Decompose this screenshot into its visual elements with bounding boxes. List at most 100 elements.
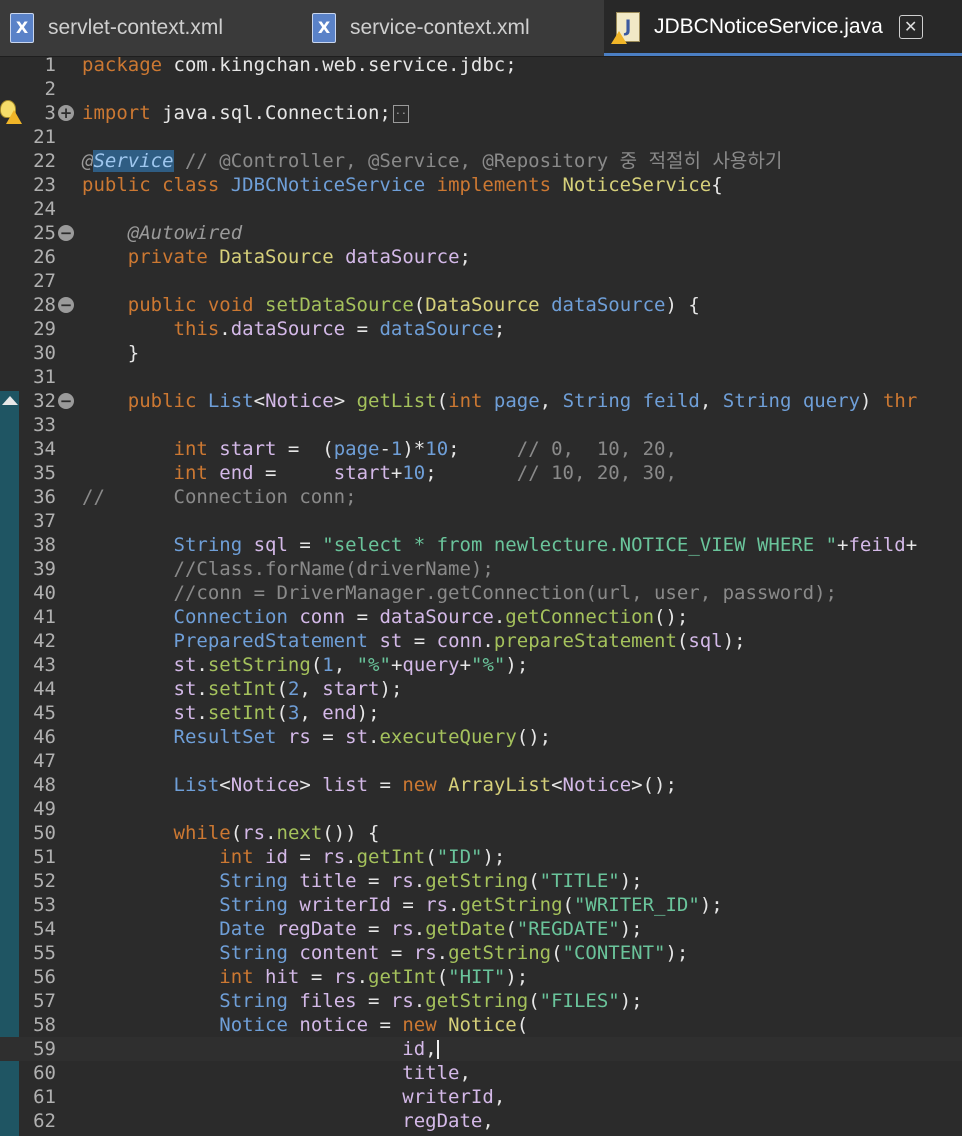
line-number: 35 — [33, 462, 56, 484]
line-number: 57 — [33, 990, 56, 1012]
code-line[interactable]: 43 st.setString(1, "%"+query+"%"); — [0, 653, 962, 677]
line-number: 54 — [33, 918, 56, 940]
line-number: 61 — [33, 1086, 56, 1108]
code-line[interactable]: 39 //Class.forName(driverName); — [0, 557, 962, 581]
code-line[interactable]: 48 List<Notice> list = new ArrayList<Not… — [0, 773, 962, 797]
line-number: 33 — [33, 414, 56, 436]
xml-file-icon: X — [312, 13, 336, 43]
code-line[interactable]: 59 id, — [0, 1037, 962, 1061]
code-line[interactable]: 56 int hit = rs.getInt("HIT"); — [0, 965, 962, 989]
code-text: // Connection conn; — [82, 486, 357, 508]
code-line[interactable]: 27 — [0, 269, 962, 293]
line-number: 59 — [33, 1038, 56, 1060]
line-number: 36 — [33, 486, 56, 508]
line-number: 28 — [33, 294, 56, 316]
line-number: 41 — [33, 606, 56, 628]
collapse-fold-icon[interactable]: − — [58, 225, 74, 241]
line-number: 31 — [33, 366, 56, 388]
expand-fold-icon[interactable]: + — [58, 105, 74, 121]
tab-label: service-context.xml — [350, 16, 530, 39]
code-line[interactable]: 36 // Connection conn; — [0, 485, 962, 509]
code-line[interactable]: 23 public class JDBCNoticeService impleme… — [0, 173, 962, 197]
code-text: while(rs.next()) { — [173, 822, 380, 844]
code-line[interactable]: 51 int id = rs.getInt("ID"); — [0, 845, 962, 869]
code-text: Date regDate = rs.getDate("REGDATE"); — [219, 918, 643, 940]
line-number: 2 — [44, 78, 56, 100]
line-number: 25 — [33, 222, 56, 244]
line-number: 50 — [33, 822, 56, 844]
code-line[interactable]: 35 int end = start+10; // 10, 20, 30, — [0, 461, 962, 485]
line-number: 45 — [33, 702, 56, 724]
code-line[interactable]: 34 int start = (page-1)*10; // 0, 10, 20… — [0, 437, 962, 461]
close-icon[interactable]: ✕ — [898, 14, 923, 39]
code-text: public List<Notice> getList(int page, St… — [127, 390, 918, 412]
code-text: id, — [402, 1038, 439, 1060]
code-line[interactable]: 25− @Autowired — [0, 221, 962, 245]
code-text: String writerId = rs.getString("WRITER_I… — [219, 894, 723, 916]
line-number: 38 — [33, 534, 56, 556]
code-line[interactable]: 31 — [0, 365, 962, 389]
tab-label: JDBCNoticeService.java — [654, 14, 883, 38]
collapse-fold-icon[interactable]: − — [58, 393, 74, 409]
line-number: 23 — [33, 174, 56, 196]
code-line[interactable]: 32− public List<Notice> getList(int page… — [0, 389, 962, 413]
code-line[interactable]: 3 + import java.sql.Connection;.. — [0, 101, 962, 125]
code-line[interactable]: 44 st.setInt(2, start); — [0, 677, 962, 701]
code-line[interactable]: 47 — [0, 749, 962, 773]
line-number: 56 — [33, 966, 56, 988]
code-line[interactable]: 22 @Service // @Controller, @Service, @Re… — [0, 149, 962, 173]
code-line[interactable]: 42 PreparedStatement st = conn.prepareSt… — [0, 629, 962, 653]
line-number: 48 — [33, 774, 56, 796]
code-line[interactable]: 50 while(rs.next()) { — [0, 821, 962, 845]
code-line[interactable]: 37 — [0, 509, 962, 533]
line-number: 43 — [33, 654, 56, 676]
line-number: 29 — [33, 318, 56, 340]
code-line[interactable]: 58 Notice notice = new Notice( — [0, 1013, 962, 1037]
line-number: 3 — [44, 102, 56, 124]
code-line[interactable]: 46 ResultSet rs = st.executeQuery(); — [0, 725, 962, 749]
tab-service-context[interactable]: X service-context.xml — [302, 0, 602, 56]
code-line[interactable]: 53 String writerId = rs.getString("WRITE… — [0, 893, 962, 917]
line-number: 37 — [33, 510, 56, 532]
code-line[interactable]: 57 String files = rs.getString("FILES"); — [0, 989, 962, 1013]
code-line[interactable]: 52 String title = rs.getString("TITLE"); — [0, 869, 962, 893]
code-line[interactable]: 28− public void setDataSource(DataSource… — [0, 293, 962, 317]
code-line[interactable]: 41 Connection conn = dataSource.getConne… — [0, 605, 962, 629]
code-line[interactable]: 24 — [0, 197, 962, 221]
tab-servlet-context[interactable]: X servlet-context.xml — [0, 0, 300, 56]
code-text: regDate, — [402, 1110, 494, 1132]
code-line[interactable]: 38 String sql = "select * from newlectur… — [0, 533, 962, 557]
code-text: Notice notice = new Notice( — [219, 1014, 529, 1036]
code-line[interactable]: 26 private DataSource dataSource; — [0, 245, 962, 269]
folded-region-marker[interactable]: .. — [392, 104, 409, 123]
line-number: 52 — [33, 870, 56, 892]
code-line[interactable]: 21 — [0, 125, 962, 149]
code-line[interactable]: 29 this.dataSource = dataSource; — [0, 317, 962, 341]
collapse-fold-icon[interactable]: − — [58, 297, 74, 313]
code-text: int end = start+10; // 10, 20, 30, — [173, 462, 677, 484]
code-line[interactable]: 49 — [0, 797, 962, 821]
code-line[interactable]: 33 — [0, 413, 962, 437]
line-number: 24 — [33, 198, 56, 220]
tab-jdbc-notice-service[interactable]: J JDBCNoticeService.java ✕ — [604, 0, 962, 56]
line-number: 26 — [33, 246, 56, 268]
line-number: 58 — [33, 1014, 56, 1036]
code-text: int start = (page-1)*10; // 0, 10, 20, — [173, 438, 677, 460]
code-line[interactable]: 40 //conn = DriverManager.getConnection(… — [0, 581, 962, 605]
code-line[interactable]: 55 String content = rs.getString("CONTEN… — [0, 941, 962, 965]
code-line[interactable]: 1 package com.kingchan.web.service.jdbc; — [0, 53, 962, 77]
code-text: } — [82, 342, 140, 364]
code-line[interactable]: 30 } — [0, 341, 962, 365]
code-editor[interactable]: 1 package com.kingchan.web.service.jdbc; 2… — [0, 53, 962, 1136]
line-number: 34 — [33, 438, 56, 460]
code-line[interactable]: 2 — [0, 77, 962, 101]
code-line[interactable]: 45 st.setInt(3, end); — [0, 701, 962, 725]
code-line[interactable]: 54 Date regDate = rs.getDate("REGDATE"); — [0, 917, 962, 941]
code-line[interactable]: 61 writerId, — [0, 1085, 962, 1109]
code-line[interactable]: 62 regDate, — [0, 1109, 962, 1133]
code-line[interactable]: 60 title, — [0, 1061, 962, 1085]
code-text: this.dataSource = dataSource; — [173, 318, 506, 340]
code-text: @Autowired — [127, 222, 243, 244]
code-text: writerId, — [402, 1086, 506, 1108]
code-text: String files = rs.getString("FILES"); — [219, 990, 643, 1012]
